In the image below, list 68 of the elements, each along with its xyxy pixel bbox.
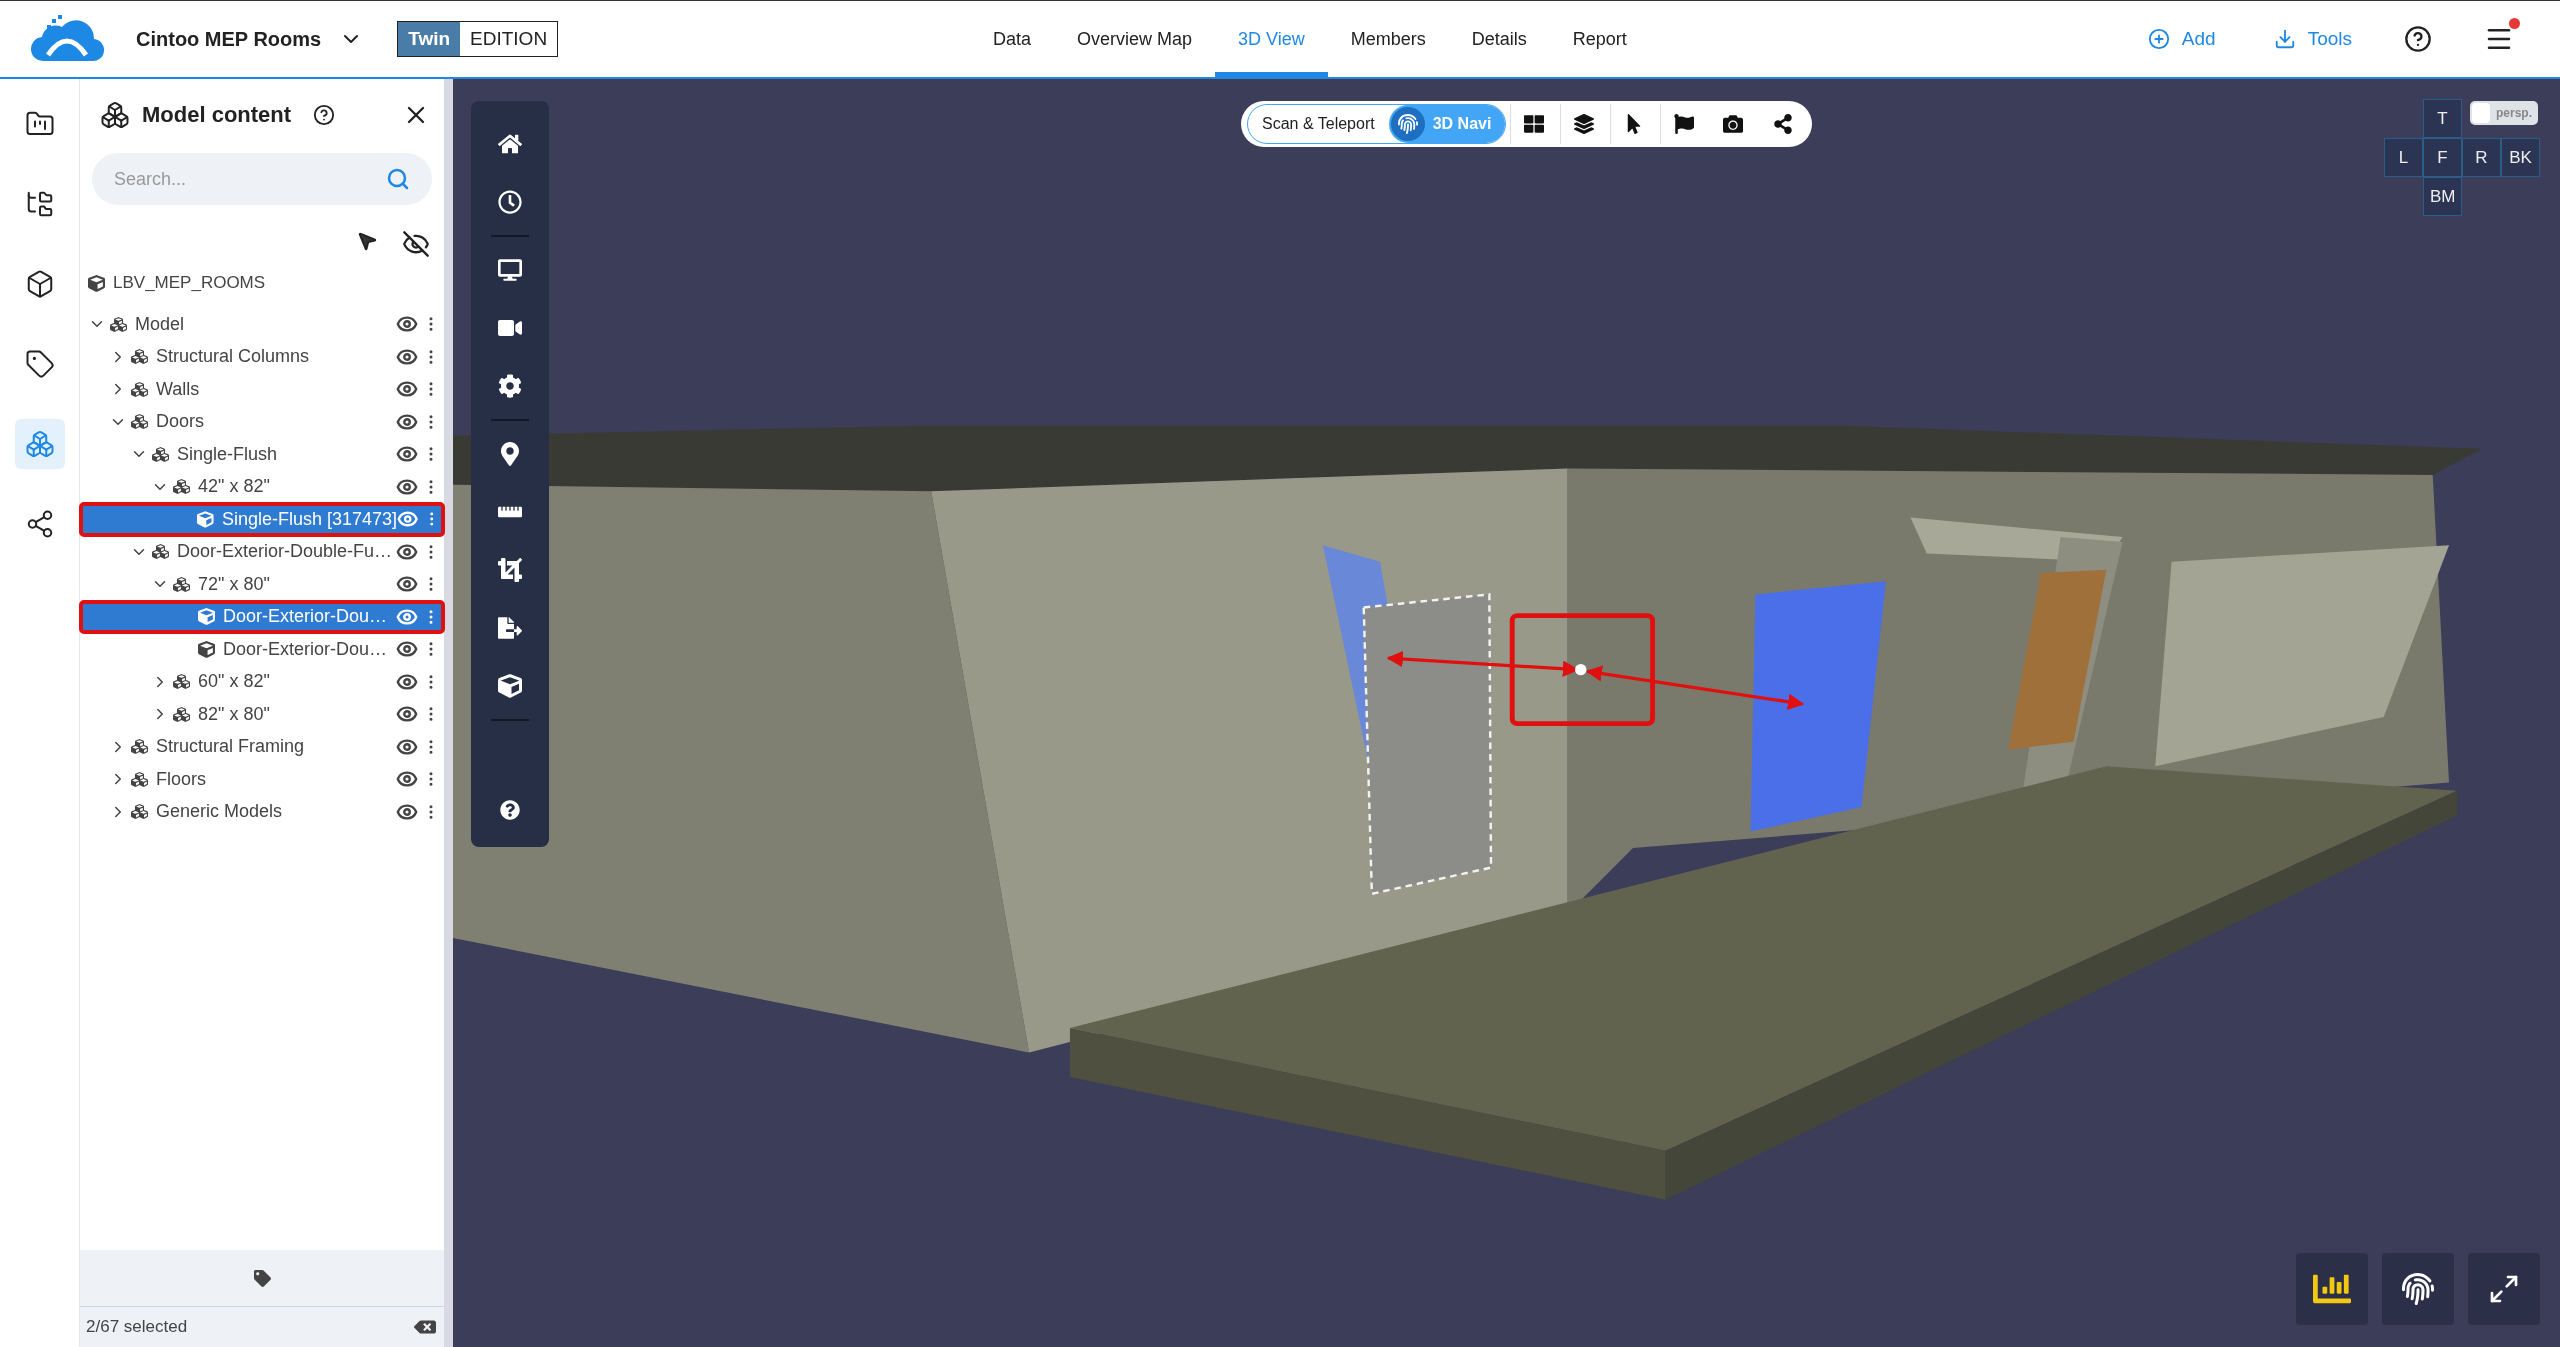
view-face-button[interactable]: T [2423,99,2462,138]
cubes-icon [131,738,148,756]
cubes-icon [131,348,148,366]
selection-count: 2/67 selected [86,1317,188,1337]
help-icon[interactable] [2404,25,2432,53]
tree-item[interactable]: Single-Flush [317473] [80,503,444,536]
view-face-button[interactable]: F [2423,138,2462,177]
tree-item[interactable]: Door-Exterior-Dou… [80,600,444,633]
nav-tab[interactable]: Details [1448,1,1550,77]
plus-circle-icon [2147,28,2170,50]
tree-item[interactable]: 42" x 82" [80,470,444,503]
fingerprint-icon [1390,107,1425,141]
panel-title: Model content [142,102,292,128]
cubes-icon [152,543,169,561]
chart-icon[interactable] [2296,1253,2368,1325]
tools-button[interactable]: Tools [2267,27,2358,51]
edition-badge: Twin EDITION [397,21,559,57]
cubes-icon [173,705,190,723]
cube-icon [198,608,215,626]
view-face-button[interactable]: R [2462,138,2501,177]
fullscreen-icon[interactable] [2468,1253,2540,1325]
cubes-icon [110,315,127,333]
cubes-icon [173,575,190,593]
view-face-button[interactable]: BK [2501,138,2540,177]
cube-icon [198,640,215,658]
search-icon[interactable] [386,167,410,191]
cubes-icon[interactable] [14,419,65,469]
cubes-icon [131,770,148,788]
cubes-icon [173,673,190,691]
tree-item[interactable]: Walls [80,373,444,406]
tag-icon[interactable] [253,1269,271,1287]
tree-item[interactable]: Doors [80,405,444,438]
eye-off-icon[interactable] [402,230,430,258]
tree-item[interactable]: Generic Models [80,795,444,828]
cube-icon [88,274,105,292]
tree-item[interactable]: 60" x 82" [80,665,444,698]
cubes-icon [131,413,148,431]
nav-tab[interactable]: Overview Map [1054,1,1216,77]
tree-item[interactable]: Door-Exterior-Dou… [80,633,444,666]
cubes-icon [131,380,148,398]
project-title: Cintoo MEP Rooms [136,27,322,51]
fingerprint-icon[interactable] [2382,1253,2454,1325]
nav-tab[interactable]: Data [970,1,1055,77]
pointer-icon[interactable] [356,230,378,252]
tree-item[interactable]: Door-Exterior-Double-Fu… [80,535,444,568]
tree-item[interactable]: 82" x 80" [80,698,444,731]
mode-toggle[interactable]: Scan & Teleport [1248,105,1389,143]
tree-item[interactable]: Floors [80,763,444,796]
tree-item[interactable]: Model [80,308,444,341]
cubes-icon [100,100,130,130]
download-icon [2273,28,2296,50]
cube-icon [197,510,214,528]
search-field[interactable]: Search... [92,153,432,205]
nav-tab[interactable]: Report [1549,1,1650,77]
pivot-point [1575,663,1587,676]
view-face-button[interactable]: BM [2423,177,2462,216]
cubes-icon [131,803,148,821]
view-face-button[interactable]: L [2384,138,2423,177]
root-label: LBV_MEP_ROOMS [113,273,266,293]
add-button[interactable]: Add [2141,27,2222,51]
tree-item[interactable]: Single-Flush [80,438,444,471]
cubes-icon [173,478,190,496]
help-icon[interactable] [313,104,336,126]
tree-item[interactable]: 72" x 80" [80,568,444,601]
cubes-icon [152,445,169,463]
nav-tab[interactable]: Members [1327,1,1449,77]
tree-item[interactable]: Structural Framing [80,730,444,763]
tree-item[interactable]: Structural Columns [80,340,444,373]
